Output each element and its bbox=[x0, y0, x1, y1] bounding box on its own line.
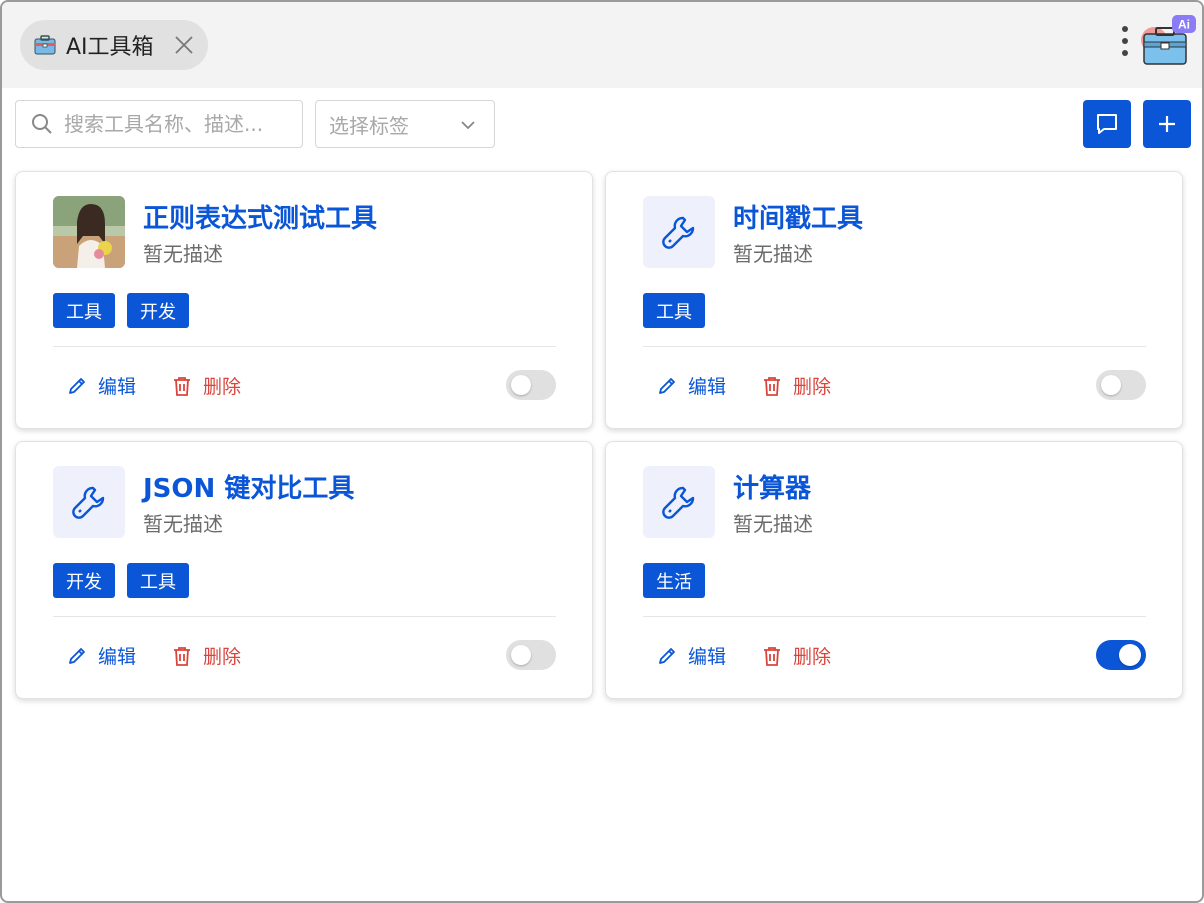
search-icon bbox=[32, 114, 52, 134]
pencil-icon bbox=[659, 647, 675, 664]
delete-button[interactable]: 删除 bbox=[171, 372, 241, 399]
search-box[interactable] bbox=[15, 100, 303, 148]
tool-card[interactable]: 时间戳工具 暂无描述 工具 编辑 删除 bbox=[605, 171, 1183, 429]
tool-description: 暂无描述 bbox=[733, 242, 813, 266]
tab-ai-toolbox[interactable]: AI工具箱 bbox=[20, 20, 208, 70]
tool-description: 暂无描述 bbox=[143, 242, 223, 266]
card-divider bbox=[643, 346, 1146, 347]
wrench-icon bbox=[662, 486, 695, 519]
trash-icon bbox=[764, 646, 780, 666]
enable-toggle[interactable] bbox=[506, 640, 556, 670]
tool-thumbnail bbox=[643, 196, 715, 268]
toolbar: 选择标签 bbox=[2, 88, 1202, 158]
tag-badge: 工具 bbox=[127, 563, 189, 598]
app-window: AI工具箱 Ai 选择标签 bbox=[0, 0, 1204, 903]
edit-label: 编辑 bbox=[688, 646, 727, 668]
edit-label: 编辑 bbox=[98, 376, 137, 398]
add-tool-button[interactable] bbox=[1143, 100, 1191, 148]
delete-label: 删除 bbox=[203, 376, 242, 398]
photo-image bbox=[53, 196, 125, 268]
pencil-icon bbox=[69, 647, 85, 664]
wrench-icon bbox=[662, 216, 695, 249]
wrench-icon bbox=[72, 486, 105, 519]
tool-name[interactable]: 正则表达式测试工具 bbox=[143, 198, 377, 235]
pencil-icon bbox=[69, 377, 85, 394]
pencil-icon bbox=[659, 377, 675, 394]
tool-name[interactable]: 计算器 bbox=[733, 468, 811, 505]
tool-card[interactable]: 正则表达式测试工具 暂无描述 工具 开发 编辑 删除 bbox=[15, 171, 593, 429]
card-divider bbox=[53, 616, 556, 617]
tool-thumbnail bbox=[53, 466, 125, 538]
plus-icon bbox=[1159, 116, 1175, 132]
search-input[interactable] bbox=[64, 112, 284, 136]
feedback-button[interactable] bbox=[1083, 100, 1131, 148]
delete-label: 删除 bbox=[793, 376, 832, 398]
edit-button[interactable]: 编辑 bbox=[66, 372, 136, 399]
trash-icon bbox=[174, 646, 190, 666]
delete-label: 删除 bbox=[793, 646, 832, 668]
tag-list: 工具 bbox=[643, 293, 705, 328]
delete-button[interactable]: 删除 bbox=[761, 642, 831, 669]
tool-card[interactable]: JSON 键对比工具 暂无描述 开发 工具 编辑 删除 bbox=[15, 441, 593, 699]
title-bar: AI工具箱 Ai bbox=[2, 2, 1202, 88]
tag-badge: 工具 bbox=[53, 293, 115, 328]
toolbox-icon bbox=[34, 35, 56, 55]
tag-badge: 生活 bbox=[643, 563, 705, 598]
tool-name[interactable]: JSON 键对比工具 bbox=[143, 468, 354, 505]
tag-list: 生活 bbox=[643, 563, 705, 598]
enable-toggle[interactable] bbox=[1096, 370, 1146, 400]
card-divider bbox=[643, 616, 1146, 617]
tool-thumbnail bbox=[643, 466, 715, 538]
card-divider bbox=[53, 346, 556, 347]
edit-button[interactable]: 编辑 bbox=[656, 372, 726, 399]
tool-description: 暂无描述 bbox=[143, 512, 223, 536]
chevron-down-icon bbox=[461, 121, 475, 130]
enable-toggle[interactable] bbox=[1096, 640, 1146, 670]
edit-label: 编辑 bbox=[98, 646, 137, 668]
tag-badge: 开发 bbox=[53, 563, 115, 598]
photo-thumbnail bbox=[53, 196, 125, 268]
delete-label: 删除 bbox=[203, 646, 242, 668]
enable-toggle[interactable] bbox=[506, 370, 556, 400]
app-logo-icon: Ai bbox=[1141, 15, 1196, 65]
delete-button[interactable]: 删除 bbox=[761, 372, 831, 399]
tool-card[interactable]: 计算器 暂无描述 生活 编辑 删除 bbox=[605, 441, 1183, 699]
tag-badge: 开发 bbox=[127, 293, 189, 328]
tag-select[interactable]: 选择标签 bbox=[315, 100, 495, 148]
delete-button[interactable]: 删除 bbox=[171, 642, 241, 669]
trash-icon bbox=[174, 376, 190, 396]
tag-select-placeholder: 选择标签 bbox=[329, 113, 409, 138]
tool-name[interactable]: 时间戳工具 bbox=[733, 198, 863, 235]
edit-button[interactable]: 编辑 bbox=[66, 642, 136, 669]
edit-button[interactable]: 编辑 bbox=[656, 642, 726, 669]
tag-list: 开发 工具 bbox=[53, 563, 189, 598]
tag-list: 工具 开发 bbox=[53, 293, 189, 328]
tool-description: 暂无描述 bbox=[733, 512, 813, 536]
trash-icon bbox=[764, 376, 780, 396]
chat-icon bbox=[1097, 114, 1117, 134]
tab-label: AI工具箱 bbox=[66, 35, 154, 60]
close-icon[interactable] bbox=[172, 33, 196, 57]
edit-label: 编辑 bbox=[688, 376, 727, 398]
tag-badge: 工具 bbox=[643, 293, 705, 328]
more-menu-icon[interactable] bbox=[1118, 26, 1132, 66]
logo-badge-text: Ai bbox=[1178, 18, 1190, 32]
